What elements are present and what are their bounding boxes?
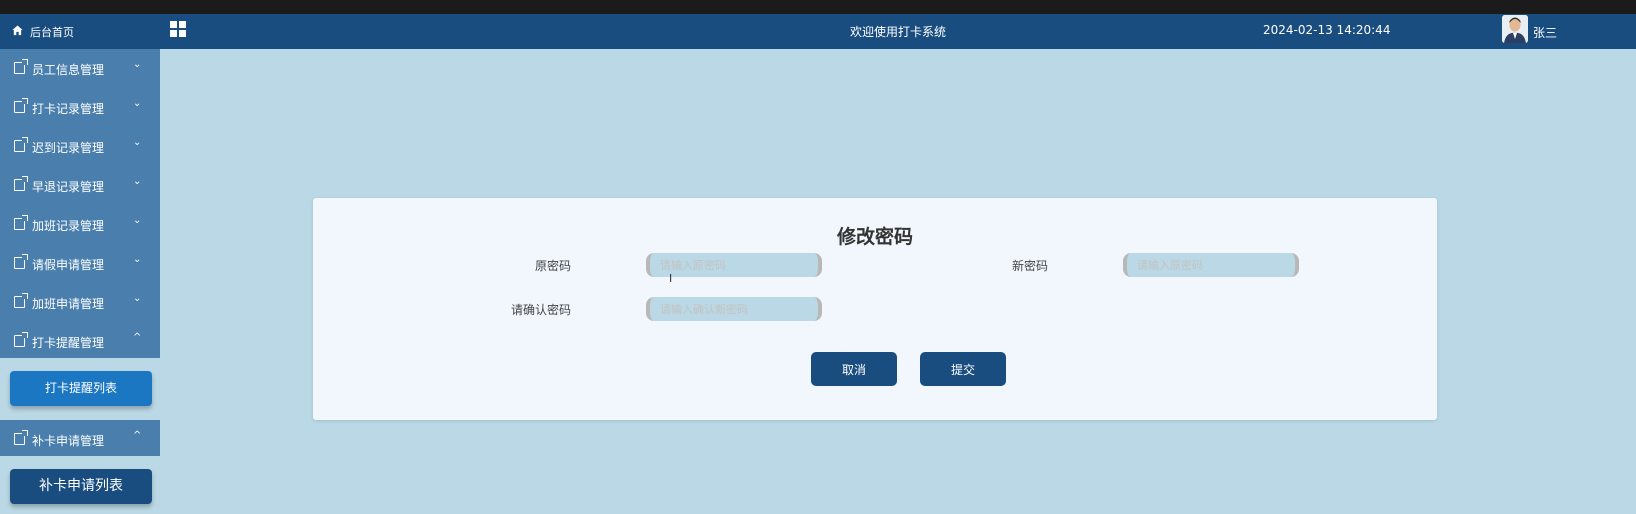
submit-button[interactable]: 提交: [920, 352, 1006, 386]
document-edit-icon: [14, 215, 28, 230]
avatar[interactable]: [1502, 15, 1528, 43]
text-cursor-icon: I: [669, 272, 673, 285]
sidebar: 后台首页 员工信息管理 ⌄ 打卡记录管理 ⌄ 迟到记录管理 ⌄ 早退记录管理 ⌄…: [0, 14, 160, 514]
header-title: 欢迎使用打卡系统: [850, 25, 947, 39]
old-password-field[interactable]: [646, 253, 822, 277]
sidebar-item-label: 迟到记录管理: [32, 141, 105, 155]
old-password-label: 原密码: [534, 259, 571, 273]
sidebar-item-label: 早退记录管理: [32, 180, 105, 194]
chevron-down-icon: ⌄: [133, 176, 142, 187]
sidebar-home[interactable]: 后台首页: [0, 14, 160, 49]
header-datetime: 2024-02-13 14:20:44: [1263, 23, 1391, 37]
sidebar-item-clock-reminders[interactable]: 打卡提醒管理 ^: [0, 322, 160, 361]
sidebar-item-overtime-requests[interactable]: 加班申请管理 ⌄: [0, 283, 160, 322]
document-edit-icon: [14, 137, 28, 152]
document-edit-icon: [14, 254, 28, 269]
sidebar-item-leave-requests[interactable]: 请假申请管理 ⌄: [0, 244, 160, 283]
sidebar-item-employee-info[interactable]: 员工信息管理 ⌄: [0, 49, 160, 88]
sidebar-item-label: 加班申请管理: [32, 297, 105, 311]
sidebar-item-makeup-requests[interactable]: 补卡申请管理 ^: [0, 420, 160, 459]
chevron-down-icon: ⌄: [133, 215, 142, 226]
submenu-item-reminder-list[interactable]: 打卡提醒列表: [10, 371, 152, 406]
chevron-up-icon: ^: [133, 430, 142, 441]
change-password-card: 修改密码 原密码 I 新密码 请确认密码 取消 提交: [313, 198, 1437, 420]
document-edit-icon: [14, 332, 28, 347]
document-edit-icon: [14, 98, 28, 113]
page-title: 修改密码: [836, 226, 913, 248]
chevron-up-icon: ^: [133, 332, 142, 343]
sidebar-item-label: 加班记录管理: [32, 219, 105, 233]
confirm-password-label: 请确认密码: [510, 303, 571, 317]
top-header: 欢迎使用打卡系统 2024-02-13 14:20:44 张三: [160, 14, 1636, 49]
document-edit-icon: [14, 293, 28, 308]
grid-menu-icon[interactable]: [170, 21, 186, 37]
sidebar-item-label: 打卡记录管理: [32, 102, 105, 116]
chevron-down-icon: ⌄: [133, 98, 142, 109]
document-edit-icon: [14, 430, 28, 445]
sidebar-home-label: 后台首页: [30, 26, 74, 39]
username[interactable]: 张三: [1533, 24, 1557, 41]
sidebar-item-early-leave-records[interactable]: 早退记录管理 ⌄: [0, 166, 160, 205]
sidebar-item-overtime-records[interactable]: 加班记录管理 ⌄: [0, 205, 160, 244]
submenu-item-makeup-list[interactable]: 补卡申请列表: [10, 469, 152, 504]
sidebar-item-label: 补卡申请管理: [32, 434, 105, 448]
confirm-password-field[interactable]: [646, 297, 822, 321]
sidebar-item-late-records[interactable]: 迟到记录管理 ⌄: [0, 127, 160, 166]
chevron-down-icon: ⌄: [133, 59, 142, 70]
window-top-strip: [0, 0, 1636, 14]
chevron-down-icon: ⌄: [133, 137, 142, 148]
new-password-field[interactable]: [1123, 253, 1299, 277]
submenu-clock-reminders: 打卡提醒列表: [0, 358, 160, 420]
submenu-makeup-requests: 补卡申请列表: [0, 456, 160, 514]
sidebar-item-clock-records[interactable]: 打卡记录管理 ⌄: [0, 88, 160, 127]
document-edit-icon: [14, 176, 28, 191]
chevron-down-icon: ⌄: [133, 293, 142, 304]
sidebar-item-label: 打卡提醒管理: [32, 336, 105, 350]
new-password-label: 新密码: [1011, 259, 1048, 273]
sidebar-item-label: 请假申请管理: [32, 258, 105, 272]
home-icon: [12, 25, 23, 36]
cancel-button[interactable]: 取消: [811, 352, 897, 386]
sidebar-item-label: 员工信息管理: [32, 63, 105, 77]
document-edit-icon: [14, 59, 28, 74]
chevron-down-icon: ⌄: [133, 254, 142, 265]
